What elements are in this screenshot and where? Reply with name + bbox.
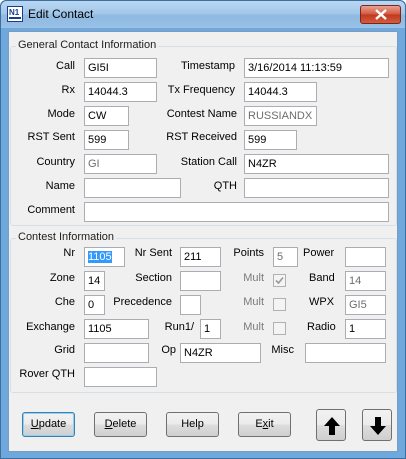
title-bar[interactable]: N1 Edit Contact [1, 1, 405, 28]
rover-qth-field[interactable] [84, 367, 157, 387]
dialog-client-area: General Contact Information Call GI5I Ti… [8, 31, 398, 452]
update-button-accel: U [30, 418, 39, 430]
grid-label: Grid [54, 344, 75, 356]
app-logo-icon: N1 [7, 6, 23, 22]
contest-name-label: Contest Name [166, 108, 237, 120]
qth-label: QTH [213, 180, 237, 192]
op-field[interactable]: N4ZR [180, 343, 261, 363]
contest-info-group-title: Contest Information [16, 231, 116, 243]
exit-button[interactable]: Exit [238, 412, 291, 437]
delete-button[interactable]: Delete [94, 412, 147, 437]
help-button-label: Help [181, 418, 204, 430]
delete-button-label-post: elete [112, 418, 137, 430]
rst-sent-field[interactable]: 599 [84, 130, 129, 150]
points-label: Points [233, 247, 264, 259]
radio-field[interactable]: 1 [345, 319, 386, 339]
nr-sent-field[interactable]: 211 [180, 247, 221, 267]
radio-label: Radio [307, 321, 336, 333]
mult-checkbox-2[interactable] [273, 298, 286, 311]
name-label: Name [45, 180, 75, 192]
rx-field[interactable]: 14044.3 [84, 82, 157, 102]
close-button[interactable] [360, 5, 401, 24]
update-button-label-post: pdate [38, 418, 67, 430]
mode-field[interactable]: CW [84, 106, 129, 126]
edit-contact-window: N1 Edit Contact General Contact Informat… [0, 0, 406, 459]
power-field[interactable] [345, 247, 386, 267]
points-field[interactable]: 5 [273, 247, 298, 267]
call-field[interactable]: GI5I [84, 58, 157, 78]
contest-name-field[interactable]: RUSSIANDX [244, 106, 317, 126]
name-field[interactable] [84, 178, 181, 198]
tx-frequency-label: Tx Frequency [167, 84, 235, 96]
arrow-up-icon [324, 417, 340, 435]
rst-sent-label: RST Sent [27, 131, 76, 143]
nr-field[interactable]: 1105 [84, 247, 125, 267]
misc-label: Misc [271, 344, 294, 356]
country-field[interactable]: GI [84, 154, 157, 174]
comment-label: Comment [27, 204, 75, 216]
mult-label-2: Mult [243, 296, 264, 308]
general-contact-group-title: General Contact Information [16, 39, 159, 51]
zone-label: Zone [49, 272, 75, 284]
section-label: Section [135, 272, 172, 284]
exchange-label: Exchange [26, 321, 75, 333]
band-field[interactable]: 14 [345, 271, 386, 291]
mult-label-1: Mult [243, 272, 264, 284]
move-up-button[interactable] [316, 409, 346, 441]
wpx-field[interactable]: GI5 [345, 295, 386, 315]
timestamp-field[interactable]: 3/16/2014 11:13:59 [244, 58, 389, 78]
run1-field[interactable]: 1 [200, 319, 221, 339]
call-label: Call [56, 60, 75, 72]
che-field[interactable]: 0 [84, 295, 105, 315]
rst-received-field[interactable]: 599 [244, 130, 297, 150]
misc-field[interactable] [305, 343, 386, 363]
rx-label: Rx [61, 84, 75, 96]
move-down-button[interactable] [362, 409, 392, 441]
zone-field[interactable]: 14 [84, 271, 105, 291]
nr-label: Nr [63, 247, 75, 259]
station-call-field[interactable]: N4ZR [244, 154, 389, 174]
comment-field[interactable] [84, 202, 389, 222]
arrow-down-icon [370, 417, 386, 435]
exit-button-label-post: it [268, 418, 274, 430]
country-label: Country [36, 156, 75, 168]
exit-button-label-pre: E [255, 418, 263, 430]
mult-checkbox-1[interactable] [273, 274, 286, 287]
op-label: Op [161, 344, 176, 356]
rover-qth-label: Rover QTH [19, 368, 75, 380]
mode-label: Mode [47, 108, 75, 120]
window-title: Edit Contact [28, 7, 94, 21]
precedence-label: Precedence [113, 296, 172, 308]
qth-field[interactable] [244, 178, 389, 198]
delete-button-accel: D [104, 418, 113, 430]
timestamp-label: Timestamp [181, 60, 235, 72]
mult-label-3: Mult [243, 321, 264, 333]
mult-checkbox-3[interactable] [273, 322, 286, 335]
wpx-label: WPX [309, 296, 335, 308]
power-label: Power [303, 247, 335, 259]
update-button[interactable]: Update [22, 412, 75, 437]
station-call-label: Station Call [180, 156, 237, 168]
che-label: Che [54, 296, 75, 308]
grid-field[interactable] [84, 343, 149, 363]
help-button[interactable]: Help [166, 412, 219, 437]
checkmark-icon [275, 276, 284, 285]
section-field[interactable] [180, 271, 221, 291]
band-label: Band [309, 272, 335, 284]
nr-selected-text: 1105 [88, 251, 112, 263]
close-icon [375, 9, 387, 20]
exchange-field[interactable]: 1105 [84, 319, 149, 339]
nr-sent-label: Nr Sent [134, 247, 172, 259]
precedence-field[interactable] [180, 295, 201, 315]
tx-frequency-field[interactable]: 14044.3 [244, 82, 317, 102]
rst-received-label: RST Received [166, 131, 237, 143]
run1-label: Run1/ [164, 321, 194, 333]
svg-text:N1: N1 [9, 8, 20, 17]
